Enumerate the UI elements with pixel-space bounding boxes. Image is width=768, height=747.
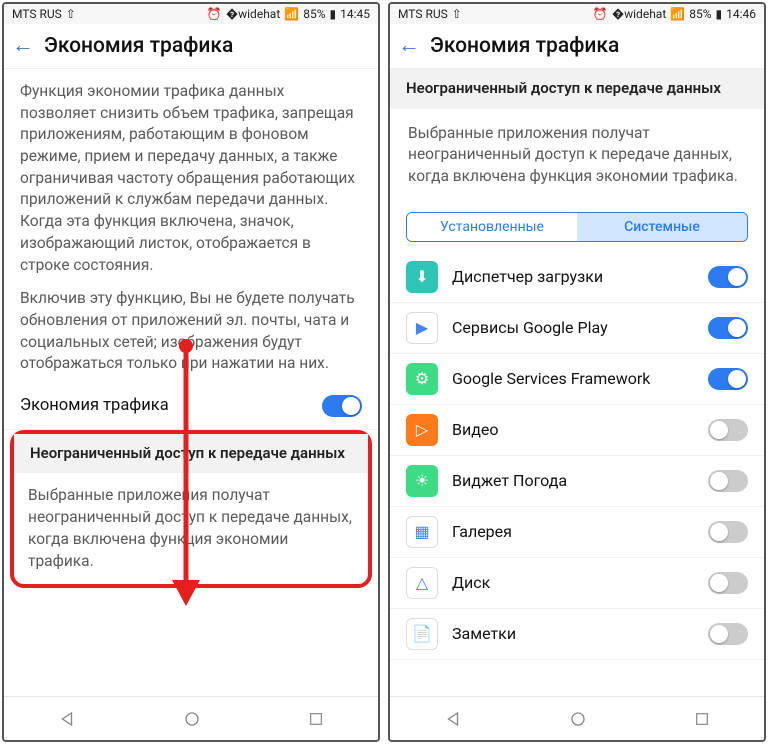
carrier-label: MTS RUS: [12, 7, 62, 21]
app-toggle[interactable]: [708, 419, 748, 441]
app-row[interactable]: ⬇ Диспетчер загрузки: [390, 252, 764, 303]
app-row[interactable]: ▶ Сервисы Google Play: [390, 303, 764, 354]
back-icon[interactable]: ←: [12, 35, 34, 57]
app-row[interactable]: △ Диск: [390, 558, 764, 609]
data-saver-toggle-row[interactable]: Экономия трафика: [4, 383, 378, 430]
nav-bar: [390, 696, 764, 740]
data-saver-toggle[interactable]: [322, 395, 362, 417]
status-bar: MTS RUS ⇧ ⏰ �widehat 📶 85% ▮ 14:46: [390, 4, 764, 24]
status-bar: MTS RUS ⇧ ⏰ �widehat 📶 85% ▮ 14:45: [4, 4, 378, 24]
highlighted-section: Неограниченный доступ к передаче данных …: [10, 430, 372, 588]
description-1: Функция экономии трафика данных позволяе…: [4, 69, 378, 284]
app-icon: ⚙: [406, 363, 438, 395]
segment-control: Установленные Системные: [406, 212, 748, 242]
app-row[interactable]: ▷ Видео: [390, 405, 764, 456]
nav-recent-icon[interactable]: [308, 711, 324, 727]
signal-icon: 📶: [284, 7, 299, 21]
app-toggle[interactable]: [708, 521, 748, 543]
section-header[interactable]: Неограниченный доступ к передаче данных: [14, 434, 368, 474]
phone-right: MTS RUS ⇧ ⏰ �widehat 📶 85% ▮ 14:46 ← Эко…: [388, 2, 766, 742]
app-icon: ▷: [406, 414, 438, 446]
description-2: Включив эту функцию, Вы не будете получа…: [4, 284, 378, 383]
nav-home-icon[interactable]: [569, 710, 587, 728]
nav-bar: [4, 696, 378, 740]
app-label: Заметки: [452, 624, 708, 643]
carrier-label: MTS RUS: [398, 7, 448, 21]
app-row[interactable]: 📄 Заметки: [390, 609, 764, 660]
data-saver-label: Экономия трафика: [20, 396, 322, 415]
app-icon: ☀: [406, 465, 438, 497]
page-header: ← Экономия трафика: [4, 24, 378, 69]
battery-icon: ▮: [716, 7, 723, 21]
app-toggle[interactable]: [708, 368, 748, 390]
time-label: 14:45: [340, 7, 370, 21]
app-icon: ▶: [406, 312, 438, 344]
notification-icon: ⇧: [452, 7, 462, 21]
app-row[interactable]: ▦ Галерея: [390, 507, 764, 558]
app-icon: △: [406, 567, 438, 599]
app-label: Видео: [452, 420, 708, 439]
segment-system[interactable]: Системные: [577, 213, 747, 241]
app-icon: 📄: [406, 618, 438, 650]
back-icon[interactable]: ←: [398, 35, 420, 57]
page-title: Экономия трафика: [430, 34, 619, 58]
app-toggle[interactable]: [708, 572, 748, 594]
alarm-icon: ⏰: [593, 7, 608, 21]
app-label: Диск: [452, 573, 708, 592]
section-description: Выбранные приложения получат неограничен…: [14, 473, 368, 584]
nav-back-icon[interactable]: [58, 710, 76, 728]
app-toggle[interactable]: [708, 266, 748, 288]
app-toggle[interactable]: [708, 317, 748, 339]
wifi-icon: �widehat: [612, 7, 666, 21]
segment-installed[interactable]: Установленные: [407, 213, 577, 241]
nav-home-icon[interactable]: [183, 710, 201, 728]
page-title: Экономия трафика: [44, 34, 233, 58]
app-row[interactable]: ⚙ Google Services Framework: [390, 354, 764, 405]
nav-recent-icon[interactable]: [694, 711, 710, 727]
app-label: Google Services Framework: [452, 369, 708, 388]
app-label: Диспетчер загрузки: [452, 267, 708, 286]
battery-label: 85%: [303, 7, 325, 21]
app-icon: ▦: [406, 516, 438, 548]
phone-left: MTS RUS ⇧ ⏰ �widehat 📶 85% ▮ 14:45 ← Эко…: [2, 2, 380, 742]
app-icon: ⬇: [406, 261, 438, 293]
nav-back-icon[interactable]: [444, 710, 462, 728]
app-toggle[interactable]: [708, 470, 748, 492]
app-label: Виджет Погода: [452, 471, 708, 490]
page-header: ← Экономия трафика: [390, 24, 764, 69]
battery-icon: ▮: [330, 7, 337, 21]
notification-icon: ⇧: [66, 7, 76, 21]
section-header: Неограниченный доступ к передаче данных: [390, 69, 764, 109]
alarm-icon: ⏰: [207, 7, 222, 21]
app-label: Сервисы Google Play: [452, 318, 708, 337]
app-list: ⬇ Диспетчер загрузки ▶ Сервисы Google Play ⚙…: [390, 252, 764, 660]
section-description: Выбранные приложения получат неограничен…: [390, 109, 764, 202]
time-label: 14:46: [726, 7, 756, 21]
battery-label: 85%: [689, 7, 711, 21]
wifi-icon: �widehat: [226, 7, 280, 21]
app-row[interactable]: ☀ Виджет Погода: [390, 456, 764, 507]
signal-icon: 📶: [670, 7, 685, 21]
app-label: Галерея: [452, 522, 708, 541]
app-toggle[interactable]: [708, 623, 748, 645]
